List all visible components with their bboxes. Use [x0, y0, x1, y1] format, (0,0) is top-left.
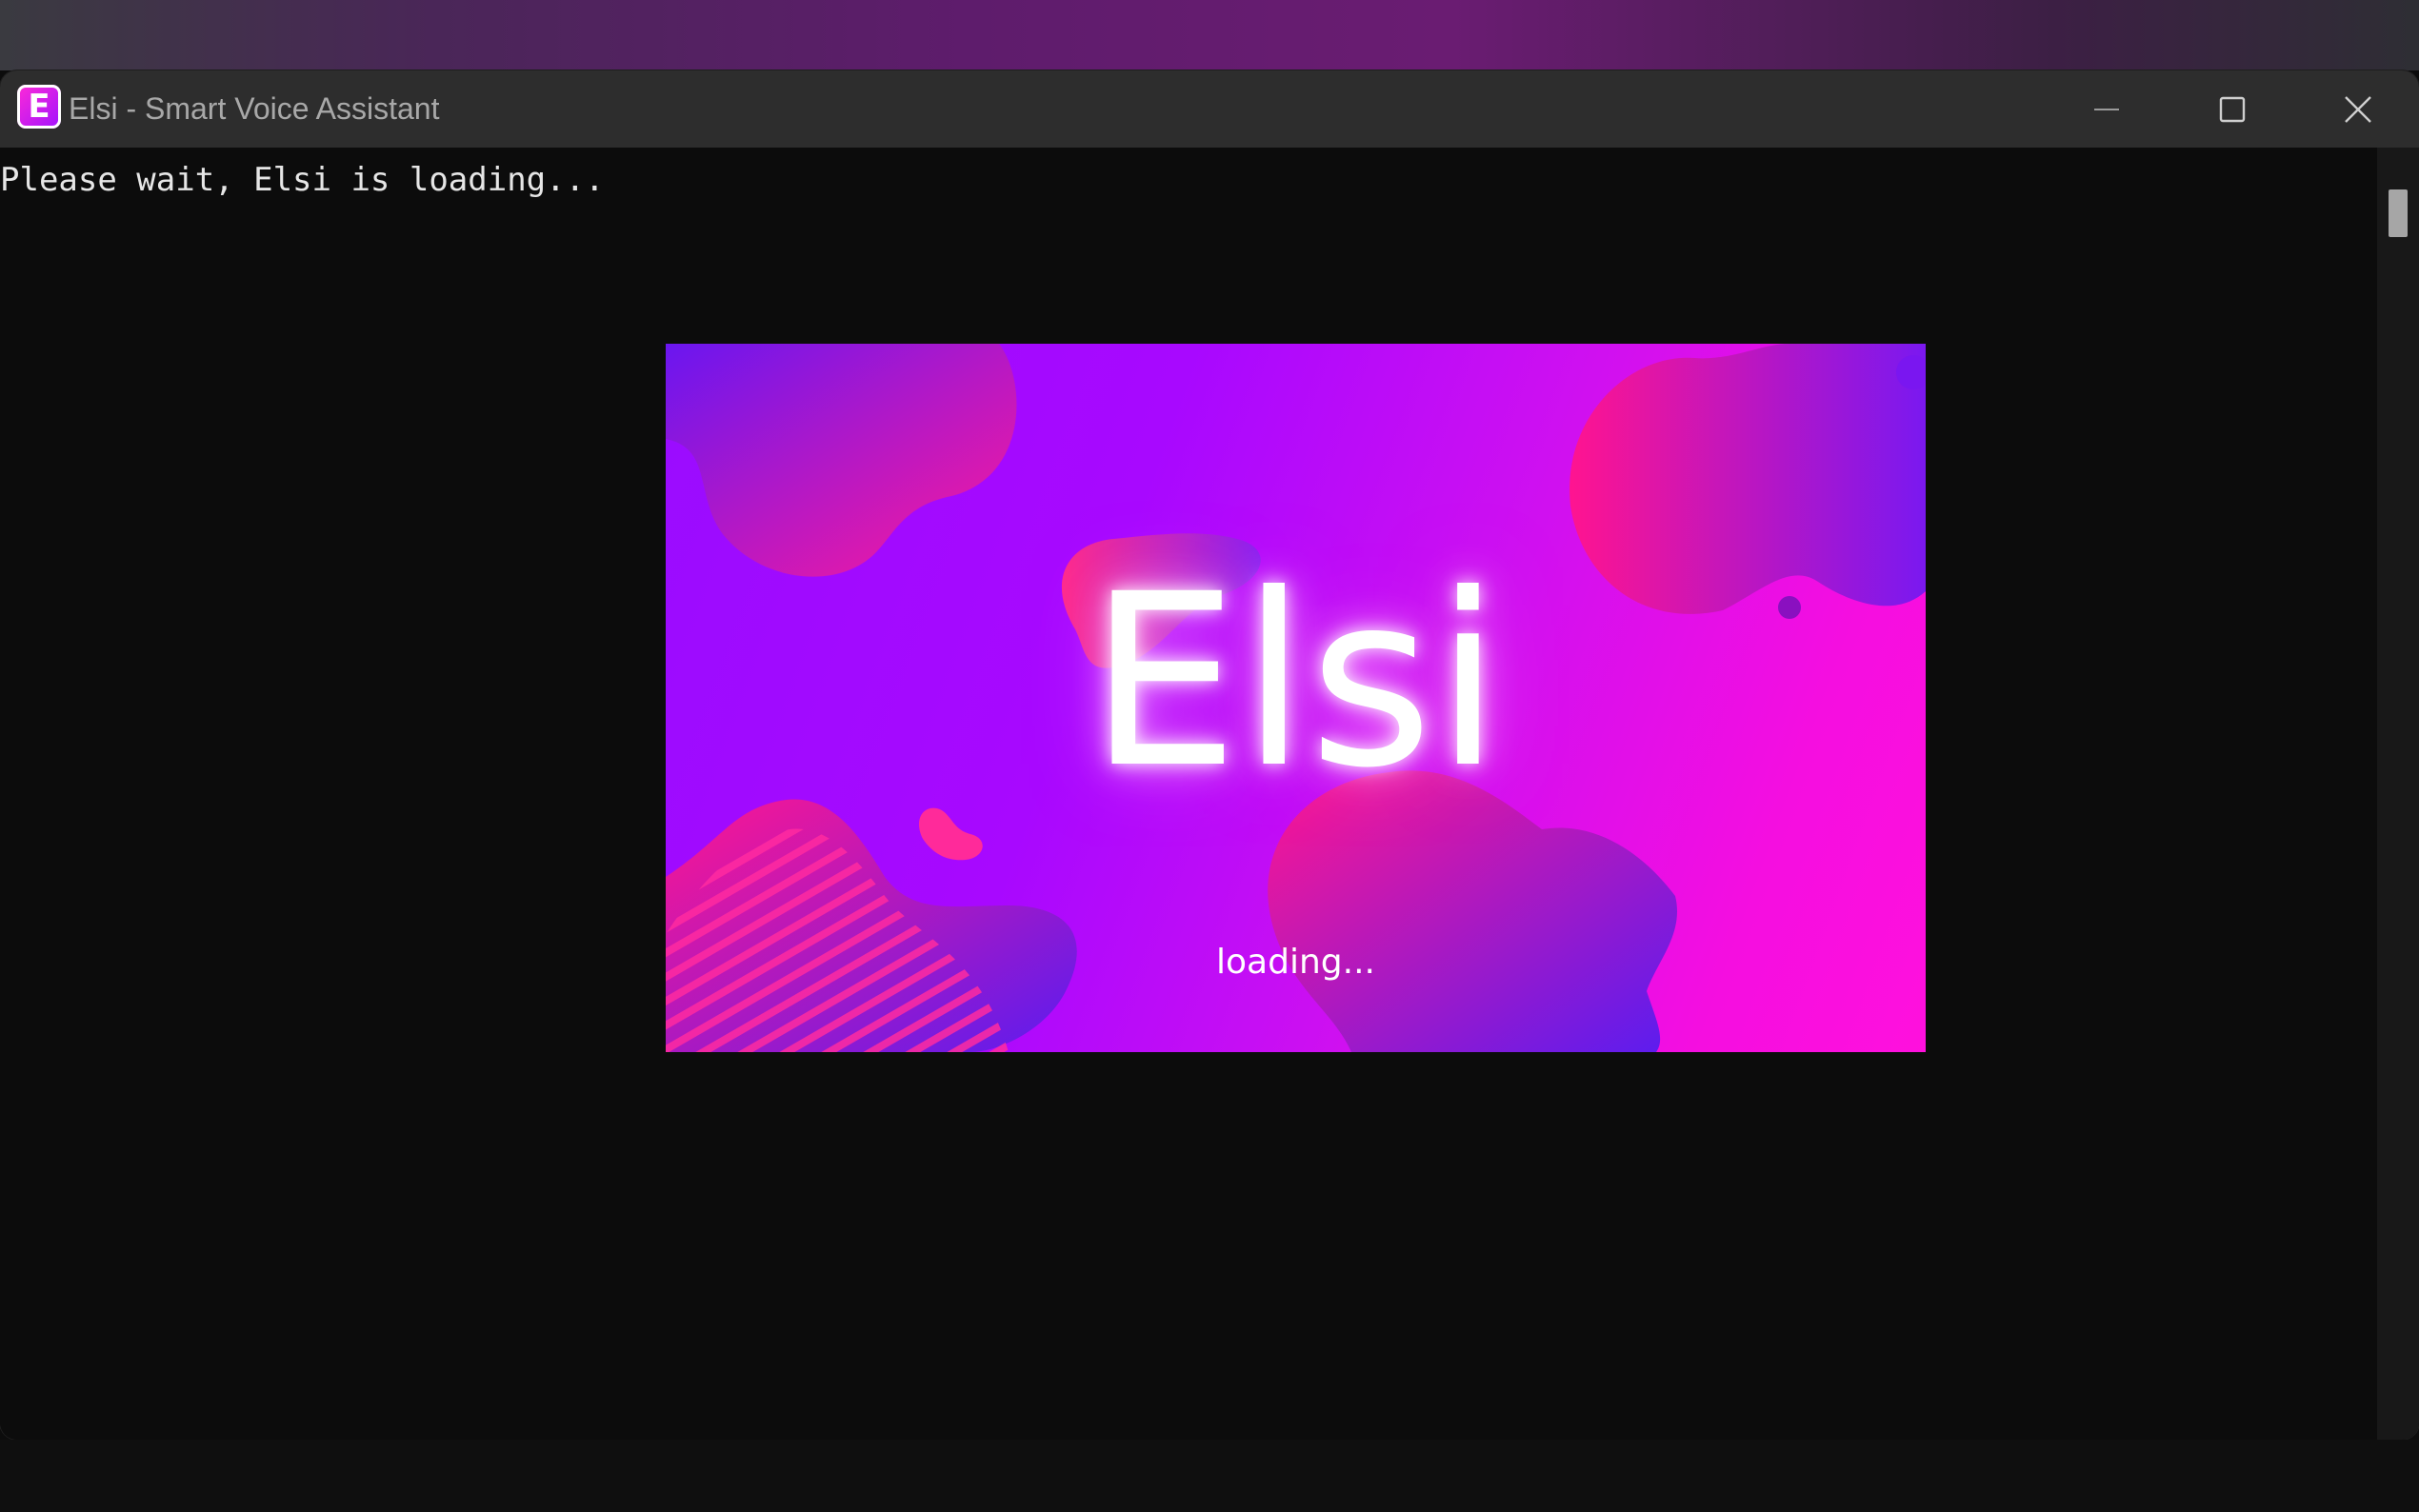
minimize-button[interactable] — [2044, 70, 2169, 148]
maximize-icon — [2219, 96, 2246, 122]
splash-screen: Elsi loading... — [666, 344, 1926, 1052]
scrollbar-thumb[interactable] — [2389, 189, 2408, 237]
desktop-wallpaper-bottom — [0, 1440, 2419, 1512]
close-button[interactable] — [2295, 70, 2419, 148]
close-icon — [2345, 95, 2371, 123]
minimize-icon — [2094, 108, 2119, 110]
splash-loading-text: loading... — [1216, 943, 1375, 982]
console-window: E Elsi - Smart Voice Assistant Please wa… — [0, 70, 2419, 1440]
vertical-scrollbar[interactable] — [2377, 148, 2419, 1440]
window-title: Elsi - Smart Voice Assistant — [69, 91, 440, 126]
console-line-loading: Please wait, Elsi is loading... — [0, 161, 605, 199]
maximize-button[interactable] — [2169, 70, 2295, 148]
title-bar[interactable]: E Elsi - Smart Voice Assistant — [0, 70, 2419, 148]
app-icon: E — [17, 85, 61, 129]
app-icon-letter: E — [28, 88, 50, 126]
splash-logo-text: Elsi — [1088, 543, 1504, 820]
desktop-wallpaper-top — [0, 0, 2419, 70]
